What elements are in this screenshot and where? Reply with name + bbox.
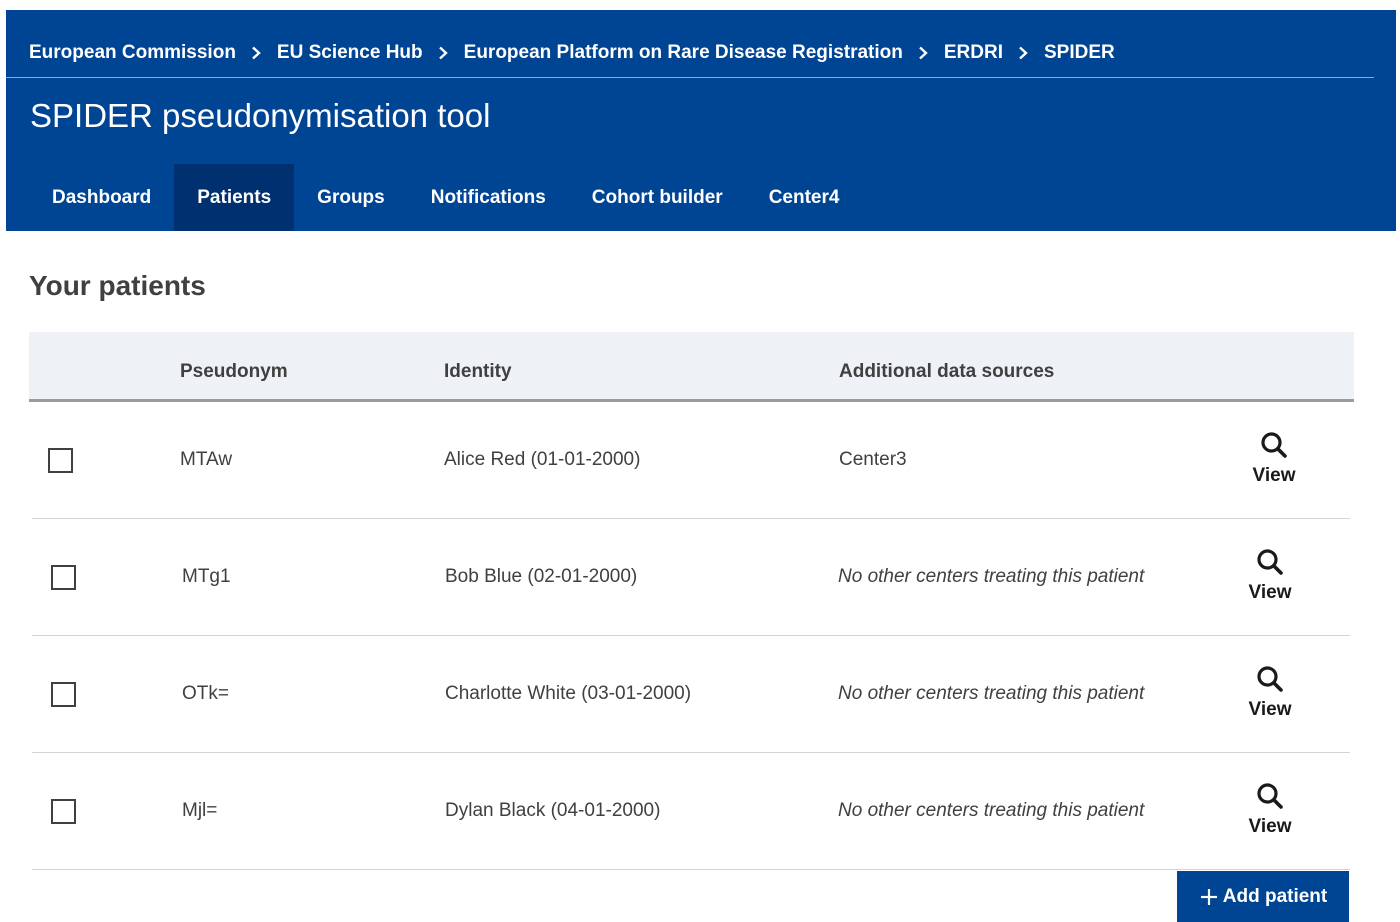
search-icon — [1259, 430, 1289, 460]
chevron-right-icon — [1016, 46, 1030, 60]
search-icon — [1255, 664, 1285, 694]
identity-cell: Dylan Black (04-01-2000) — [445, 800, 661, 821]
row-select-checkbox[interactable] — [51, 799, 76, 824]
identity-cell: Bob Blue (02-01-2000) — [445, 566, 638, 587]
sources-cell: No other centers treating this patient — [838, 683, 1145, 704]
chevron-right-icon — [249, 46, 263, 60]
page: European Commission EU Science Hub Europ… — [0, 0, 1400, 922]
main-nav: Dashboard Patients Groups Notifications … — [6, 164, 862, 231]
pseudonym-cell: OTk= — [182, 683, 229, 704]
row-select-checkbox[interactable] — [51, 682, 76, 707]
row-select-checkbox[interactable] — [51, 565, 76, 590]
nav-dashboard[interactable]: Dashboard — [6, 164, 174, 231]
view-label: View — [1252, 465, 1296, 486]
app-title: SPIDER pseudonymisation tool — [30, 97, 491, 134]
table-row: OTk= Charlotte White (03-01-2000) No oth… — [32, 636, 1350, 753]
chevron-right-icon — [916, 46, 930, 60]
breadcrumb: European Commission EU Science Hub Europ… — [29, 40, 1115, 66]
row-select-checkbox[interactable] — [48, 448, 73, 473]
plus-icon — [1199, 887, 1219, 907]
view-patient-button[interactable]: View — [1240, 547, 1300, 607]
header-divider — [6, 77, 1374, 78]
view-patient-button[interactable]: View — [1240, 664, 1300, 724]
pseudonym-cell: MTAw — [180, 449, 233, 470]
nav-cohort-builder[interactable]: Cohort builder — [569, 164, 746, 231]
table-header: Pseudonym Identity Additional data sourc… — [29, 332, 1354, 402]
view-patient-button[interactable]: View — [1244, 430, 1304, 490]
add-patient-label: Add patient — [1222, 885, 1328, 907]
sources-cell: No other centers treating this patient — [838, 566, 1145, 587]
sources-cell: No other centers treating this patient — [838, 800, 1145, 821]
add-patient-button[interactable]: Add patient — [1177, 871, 1349, 922]
breadcrumb-european-commission[interactable]: European Commission — [29, 40, 236, 66]
sources-cell: Center3 — [839, 449, 907, 470]
nav-patients[interactable]: Patients — [174, 164, 295, 231]
view-patient-button[interactable]: View — [1240, 781, 1300, 841]
breadcrumb-eu-science-hub[interactable]: EU Science Hub — [277, 40, 423, 66]
column-header-sources: Additional data sources — [839, 361, 1055, 382]
breadcrumb-spider[interactable]: SPIDER — [1044, 40, 1115, 66]
site-header: European Commission EU Science Hub Europ… — [6, 10, 1396, 231]
breadcrumb-erdri[interactable]: ERDRI — [944, 40, 1003, 66]
identity-cell: Charlotte White (03-01-2000) — [445, 683, 692, 704]
nav-notifications[interactable]: Notifications — [408, 164, 569, 231]
pseudonym-cell: Mjl= — [182, 800, 218, 821]
page-title: Your patients — [29, 270, 206, 301]
nav-groups[interactable]: Groups — [294, 164, 408, 231]
column-header-identity: Identity — [444, 361, 512, 382]
table-row: MTAw Alice Red (01-01-2000) Center3 View — [32, 402, 1350, 519]
breadcrumb-european-platform[interactable]: European Platform on Rare Disease Regist… — [464, 40, 903, 66]
table-row: MTg1 Bob Blue (02-01-2000) No other cent… — [32, 519, 1350, 636]
view-label: View — [1248, 699, 1292, 720]
view-label: View — [1248, 816, 1292, 837]
identity-cell: Alice Red (01-01-2000) — [444, 449, 641, 470]
pseudonym-cell: MTg1 — [182, 566, 231, 587]
search-icon — [1255, 781, 1285, 811]
chevron-right-icon — [436, 46, 450, 60]
search-icon — [1255, 547, 1285, 577]
nav-center4[interactable]: Center4 — [746, 164, 863, 231]
table-row: Mjl= Dylan Black (04-01-2000) No other c… — [32, 753, 1350, 870]
view-label: View — [1248, 582, 1292, 603]
column-header-pseudonym: Pseudonym — [180, 361, 288, 382]
